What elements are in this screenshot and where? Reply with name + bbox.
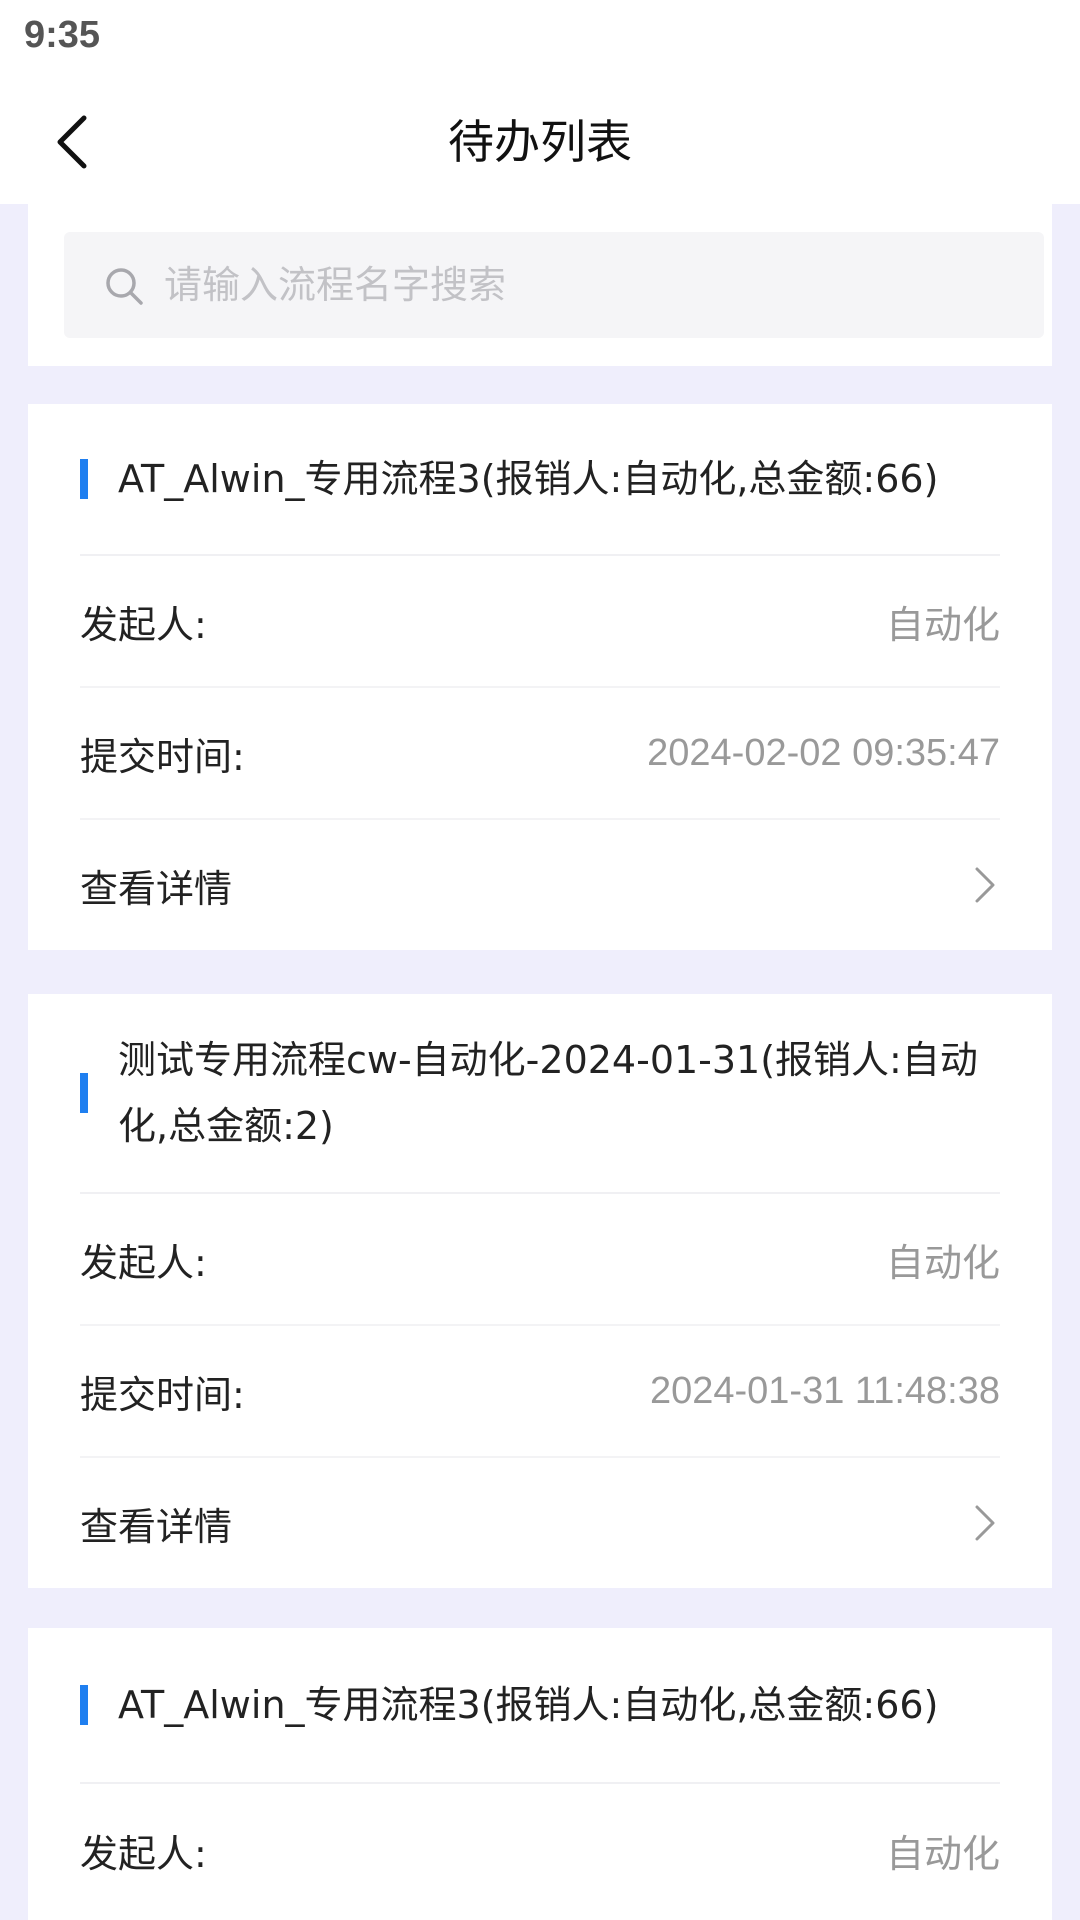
initiator-value: 自动化	[885, 1833, 1000, 1876]
card-header: 测试专用流程cw-自动化-2024-01-31(报销人:自动化,总金额:2)	[80, 994, 1000, 1194]
submit-time-value: 2024-01-31 11:48:38	[649, 1369, 1000, 1412]
submit-time-row: 提交时间: 2024-02-02 09:35:47	[80, 688, 1000, 820]
submit-time-row: 提交时间: 2024-01-31 11:48:38	[80, 1326, 1000, 1458]
initiator-value: 自动化	[885, 1242, 1000, 1285]
submit-time-value: 2024-02-02 09:35:47	[647, 731, 1000, 774]
chevron-right-icon	[975, 867, 995, 903]
submit-time-label: 提交时间:	[80, 1372, 245, 1417]
todo-card: AT_Alwin_专用流程3(报销人:自动化,总金额:66) 发起人: 自动化	[28, 1628, 1052, 1920]
initiator-label: 发起人:	[80, 602, 207, 647]
search-icon	[106, 268, 143, 305]
initiator-row: 发起人: 自动化	[80, 1784, 1000, 1916]
status-time: 9:35	[24, 14, 101, 56]
view-details-row[interactable]: 查看详情	[80, 820, 1000, 950]
card-header: AT_Alwin_专用流程3(报销人:自动化,总金额:66)	[80, 1628, 1000, 1784]
view-details-row[interactable]: 查看详情	[80, 1458, 1000, 1588]
initiator-label: 发起人:	[80, 1831, 207, 1876]
todo-card: AT_Alwin_专用流程3(报销人:自动化,总金额:66) 发起人: 自动化 …	[28, 404, 1052, 950]
initiator-row: 发起人: 自动化	[80, 1194, 1000, 1326]
search-box[interactable]	[64, 232, 1044, 338]
view-details-label: 查看详情	[80, 866, 233, 911]
view-details-label: 查看详情	[80, 1504, 233, 1549]
initiator-value: 自动化	[885, 604, 1000, 647]
initiator-label: 发起人:	[80, 1240, 207, 1285]
search-input[interactable]	[164, 232, 1004, 338]
card-title: AT_Alwin_专用流程3(报销人:自动化,总金额:66)	[118, 1683, 939, 1727]
search-card	[28, 204, 1052, 366]
initiator-row: 发起人: 自动化	[80, 556, 1000, 688]
todo-card: 测试专用流程cw-自动化-2024-01-31(报销人:自动化,总金额:2) 发…	[28, 994, 1052, 1588]
accent-bar	[80, 1073, 88, 1113]
submit-time-label: 提交时间:	[80, 734, 245, 779]
page-title: 待办列表	[448, 115, 632, 169]
status-bar: 9:35	[0, 0, 1080, 80]
accent-bar	[80, 459, 88, 499]
accent-bar	[80, 1685, 88, 1725]
card-title: AT_Alwin_专用流程3(报销人:自动化,总金额:66)	[118, 457, 939, 501]
chevron-right-icon	[975, 1505, 995, 1541]
card-title: 测试专用流程cw-自动化-2024-01-31(报销人:自动化,总金额:2)	[118, 1038, 978, 1148]
card-header: AT_Alwin_专用流程3(报销人:自动化,总金额:66)	[80, 404, 1000, 556]
nav-bar: 待办列表	[0, 80, 1080, 204]
